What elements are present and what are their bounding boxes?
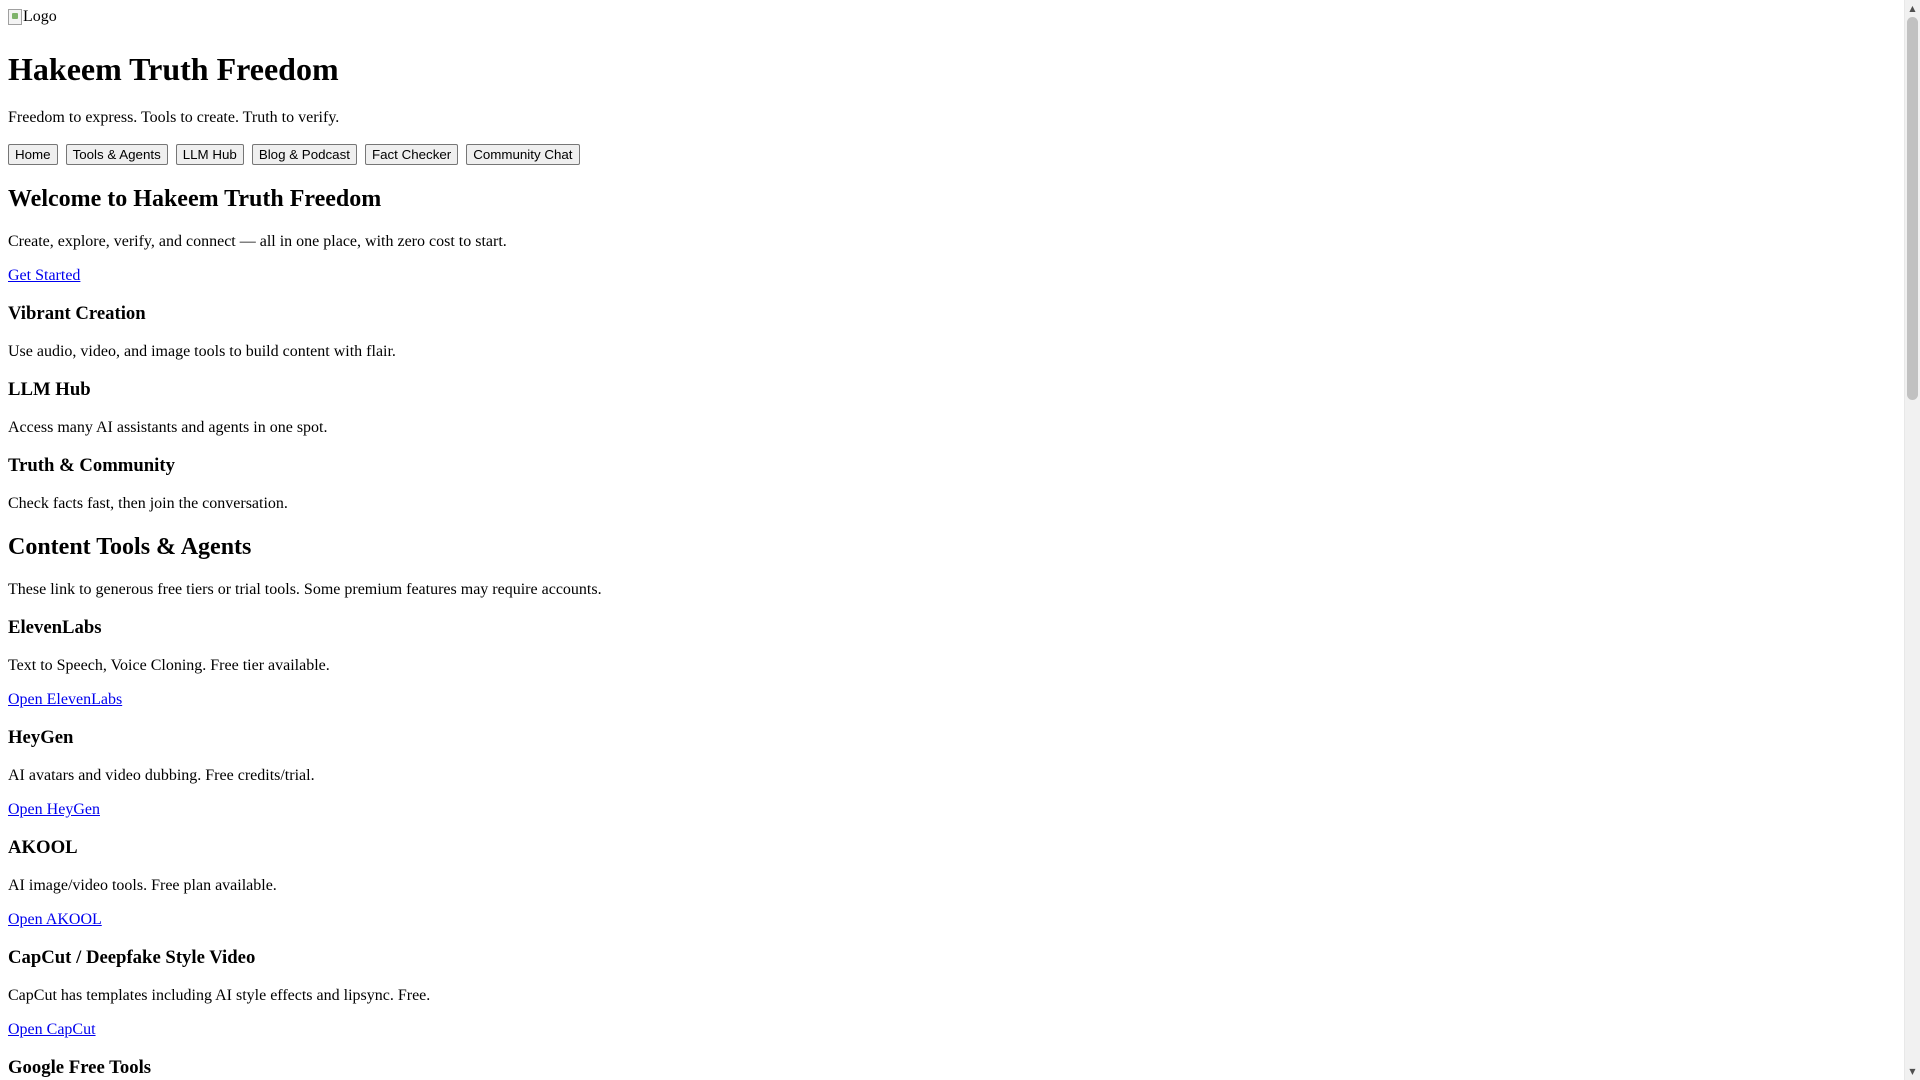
site-header: Logo Hakeem Truth Freedom Freedom to exp… [8,8,1896,165]
tool-link-row: Open CapCut [8,1021,1896,1039]
nav-tools-agents-button[interactable]: Tools & Agents [65,143,168,165]
nav-llm-hub-button[interactable]: LLM Hub [175,143,244,165]
google-tools-heading: Google Free Tools [8,1056,152,1078]
open-akool-link[interactable]: Open AKOOL [8,911,102,928]
nav-community-chat-button[interactable]: Community Chat [466,143,580,165]
tool-link-row: Open HeyGen [8,801,1896,819]
page-content: Logo Hakeem Truth Freedom Freedom to exp… [0,0,1904,1080]
site-tagline: Freedom to express. Tools to create. Tru… [8,109,340,126]
feature-card: Vibrant Creation Use audio, video, and i… [8,303,1896,361]
chevron-down-icon[interactable]: ▼ [1905,1063,1920,1080]
nav-home-button[interactable]: Home [8,143,58,165]
features-section: Vibrant Creation Use audio, video, and i… [8,303,1896,513]
tool-card: HeyGen AI avatars and video dubbing. Fre… [8,727,1896,819]
tool-name: CapCut / Deepfake Style Video [8,946,256,968]
tool-card: AKOOL AI image/video tools. Free plan av… [8,837,1896,929]
feature-card: LLM Hub Access many AI assistants and ag… [8,379,1896,437]
feature-text: Access many AI assistants and agents in … [8,418,328,436]
scrollbar-thumb[interactable] [1907,17,1918,400]
get-started-row: Get Started [8,267,1896,285]
tools-intro: These link to generous free tiers or tri… [8,580,602,598]
open-capcut-link[interactable]: Open CapCut [8,1021,96,1038]
tool-description: AI avatars and video dubbing. Free credi… [8,766,315,784]
feature-text: Use audio, video, and image tools to bui… [8,342,396,360]
welcome-section: Welcome to Hakeem Truth Freedom Create, … [8,185,1896,285]
feature-title: LLM Hub [8,378,91,400]
feature-title: Vibrant Creation [8,302,146,324]
open-elevenlabs-link[interactable]: Open ElevenLabs [8,691,122,708]
welcome-text: Create, explore, verify, and connect — a… [8,232,507,250]
welcome-heading: Welcome to Hakeem Truth Freedom [8,185,382,212]
logo-alt-text: Logo [23,8,57,25]
broken-image-icon [8,9,22,25]
main-nav: Home Tools & Agents LLM Hub Blog & Podca… [8,143,1896,165]
tool-link-row: Open ElevenLabs [8,691,1896,709]
feature-title: Truth & Community [8,454,175,476]
tools-heading: Content Tools & Agents [8,533,252,560]
tools-section: Content Tools & Agents These link to gen… [8,533,1896,1079]
tool-card: ElevenLabs Text to Speech, Voice Cloning… [8,617,1896,709]
tool-name: AKOOL [8,836,78,858]
tool-name: HeyGen [8,726,74,748]
logo: Logo [8,8,57,26]
open-heygen-link[interactable]: Open HeyGen [8,801,100,818]
tool-link-row: Open AKOOL [8,911,1896,929]
vertical-scrollbar[interactable]: ▲ ▼ [1904,0,1920,1080]
site-title: Hakeem Truth Freedom [8,51,339,87]
nav-fact-checker-button[interactable]: Fact Checker [364,143,459,165]
nav-blog-podcast-button[interactable]: Blog & Podcast [251,143,357,165]
feature-card: Truth & Community Check facts fast, then… [8,455,1896,513]
chevron-up-icon[interactable]: ▲ [1905,0,1920,17]
get-started-link[interactable]: Get Started [8,267,80,284]
tool-description: Text to Speech, Voice Cloning. Free tier… [8,656,330,674]
page: Logo Hakeem Truth Freedom Freedom to exp… [0,0,1904,1080]
tool-description: AI image/video tools. Free plan availabl… [8,876,277,894]
tool-name: ElevenLabs [8,616,102,638]
tool-description: CapCut has templates including AI style … [8,986,431,1004]
tool-card: CapCut / Deepfake Style Video CapCut has… [8,947,1896,1039]
feature-text: Check facts fast, then join the conversa… [8,494,288,512]
